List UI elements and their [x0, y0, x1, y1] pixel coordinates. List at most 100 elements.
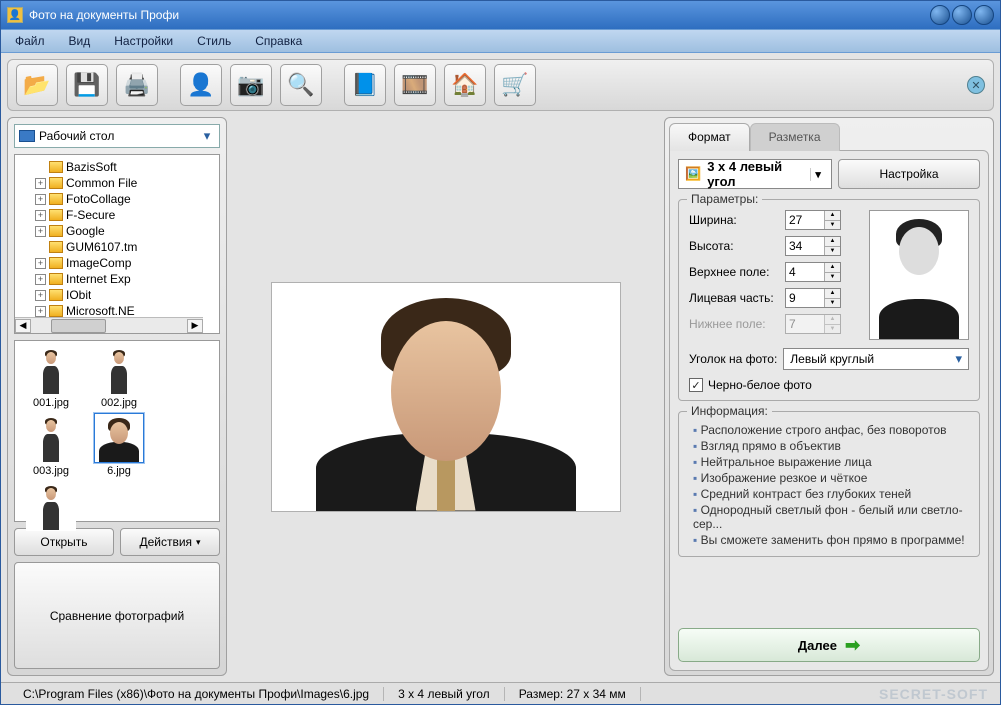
parameters-legend: Параметры: [687, 192, 762, 206]
thumbnail-label: 001.jpg [33, 397, 69, 409]
tree-item[interactable]: +Internet Exp [35, 271, 219, 287]
status-path: C:\Program Files (x86)\Фото на документы… [9, 687, 384, 701]
tree-item[interactable]: +FotoCollage [35, 191, 219, 207]
info-fieldset: Информация: Расположение строго анфас, б… [678, 411, 980, 557]
folder-tree[interactable]: BazisSoft+Common File+FotoCollage+F-Secu… [14, 154, 220, 334]
camera-button[interactable]: 📷 [230, 64, 272, 106]
scroll-left-icon[interactable]: ◀ [15, 319, 31, 333]
cart-button[interactable]: 🛒 [494, 64, 536, 106]
folder-icon [49, 273, 63, 285]
open-button[interactable]: 📂 [16, 64, 58, 106]
toolbar-collapse-icon[interactable]: ✕ [967, 76, 985, 94]
status-format: 3 х 4 левый угол [384, 687, 505, 701]
tree-item[interactable]: GUM6107.tm [35, 239, 219, 255]
zoom-button[interactable]: 🔍 [280, 64, 322, 106]
home-button[interactable]: 🏠 [444, 64, 486, 106]
open-file-button[interactable]: Открыть [14, 528, 114, 556]
corner-select[interactable]: Левый круглый ▾ [783, 348, 969, 370]
format-combo[interactable]: 🖼️ 3 х 4 левый угол ▾ [678, 159, 832, 189]
thumbnail-item[interactable]: 002.jpg [87, 345, 151, 409]
tab-format[interactable]: Формат [669, 123, 750, 151]
print-icon: 🖨️ [123, 72, 150, 98]
statusbar: C:\Program Files (x86)\Фото на документы… [1, 682, 1000, 704]
thumbnail-image [26, 345, 76, 395]
cart-icon: 🛒 [501, 72, 528, 98]
expand-icon[interactable]: + [35, 290, 46, 301]
preview-panel [233, 117, 658, 676]
top-margin-stepper[interactable]: ▲▼ [785, 262, 841, 282]
scroll-thumb[interactable] [51, 319, 106, 333]
expand-icon[interactable]: + [35, 194, 46, 205]
thumbnail-item[interactable]: 003.jpg [19, 413, 83, 477]
top-margin-label: Верхнее поле: [689, 265, 785, 279]
step-down-icon[interactable]: ▼ [825, 221, 840, 230]
open-icon: 📂 [23, 72, 50, 98]
menu-help[interactable]: Справка [249, 31, 308, 51]
folder-icon [49, 289, 63, 301]
thumbnail-item[interactable]: 001.jpg [19, 345, 83, 409]
step-up-icon[interactable]: ▲ [825, 211, 840, 221]
chevron-down-icon[interactable]: ▾ [810, 168, 825, 181]
chevron-down-icon[interactable]: ▾ [199, 128, 215, 144]
desktop-icon [19, 130, 35, 142]
thumbnail-image [26, 413, 76, 463]
thumbnail-image [94, 413, 144, 463]
expand-icon[interactable]: + [35, 258, 46, 269]
tree-item[interactable]: +F-Secure [35, 207, 219, 223]
bottom-margin-stepper: ▲▼ [785, 314, 841, 334]
print-button[interactable]: 🖨️ [116, 64, 158, 106]
compare-photos-button[interactable]: Сравнение фотографий [14, 562, 220, 669]
expand-icon[interactable]: + [35, 178, 46, 189]
folder-icon [49, 305, 63, 317]
expand-icon[interactable]: + [35, 210, 46, 221]
bw-checkbox[interactable]: ✓ [689, 378, 703, 392]
height-stepper[interactable]: ▲▼ [785, 236, 841, 256]
status-size: Размер: 27 х 34 мм [505, 687, 641, 701]
width-stepper[interactable]: ▲▼ [785, 210, 841, 230]
save-button[interactable]: 💾 [66, 64, 108, 106]
video-button[interactable]: 🎞️ [394, 64, 436, 106]
chevron-down-icon: ▾ [196, 537, 201, 548]
info-item: Средний контраст без глубоких теней [693, 486, 969, 502]
help-button[interactable]: 📘 [344, 64, 386, 106]
zoom-icon: 🔍 [287, 72, 314, 98]
menu-file[interactable]: Файл [9, 31, 51, 51]
info-item: Расположение строго анфас, без поворотов [693, 422, 969, 438]
folder-icon [49, 225, 63, 237]
info-item: Нейтральное выражение лица [693, 454, 969, 470]
tree-item[interactable]: +ImageComp [35, 255, 219, 271]
menu-style[interactable]: Стиль [191, 31, 237, 51]
corner-label: Уголок на фото: [689, 352, 777, 366]
actions-button[interactable]: Действия▾ [120, 528, 220, 556]
minimize-icon[interactable] [930, 5, 950, 25]
expand-icon[interactable]: + [35, 274, 46, 285]
tree-item[interactable]: +IObit [35, 287, 219, 303]
scroll-right-icon[interactable]: ▶ [187, 319, 203, 333]
folder-combo[interactable]: Рабочий стол ▾ [14, 124, 220, 148]
chevron-down-icon[interactable]: ▾ [955, 351, 962, 367]
folder-icon [49, 161, 63, 173]
thumbnail-label: 003.jpg [33, 465, 69, 477]
thumbnail-grid: 001.jpg002.jpg003.jpg6.jpg9.jpg [14, 340, 220, 522]
width-label: Ширина: [689, 213, 785, 227]
tree-item[interactable]: +Google [35, 223, 219, 239]
menu-view[interactable]: Вид [63, 31, 97, 51]
maximize-icon[interactable] [952, 5, 972, 25]
expand-icon[interactable]: + [35, 306, 46, 317]
face-detect-button[interactable]: 👤 [180, 64, 222, 106]
watermark: SECRET-SOFT [879, 686, 992, 702]
format-settings-button[interactable]: Настройка [838, 159, 980, 189]
next-button[interactable]: Далее ➡ [678, 628, 980, 662]
expand-icon[interactable]: + [35, 226, 46, 237]
folder-icon [49, 241, 63, 253]
format-icon: 🖼️ [685, 166, 701, 182]
photo-preview[interactable] [271, 282, 621, 512]
thumbnail-item[interactable]: 6.jpg [87, 413, 151, 477]
menu-settings[interactable]: Настройки [108, 31, 179, 51]
tree-horizontal-scrollbar[interactable]: ◀ ▶ [15, 317, 203, 333]
tree-item[interactable]: BazisSoft [35, 159, 219, 175]
face-part-stepper[interactable]: ▲▼ [785, 288, 841, 308]
tree-item[interactable]: +Common File [35, 175, 219, 191]
close-window-icon[interactable] [974, 5, 994, 25]
tab-layout[interactable]: Разметка [750, 123, 840, 151]
